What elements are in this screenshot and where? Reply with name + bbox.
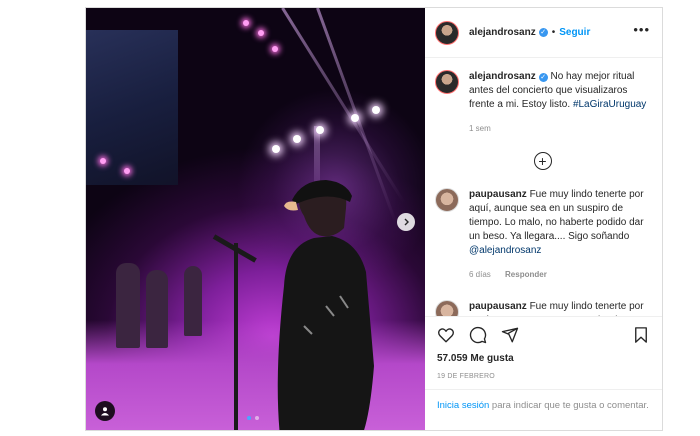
more-options-icon[interactable]: ••• <box>633 23 650 36</box>
stage-light <box>372 106 380 114</box>
post-sidebar: alejandrosanz ✓ • Seguir ••• alejandrosa… <box>425 8 662 430</box>
heart-icon[interactable] <box>437 326 455 344</box>
post-photo[interactable] <box>86 8 425 430</box>
reply-button[interactable]: Responder <box>505 270 547 279</box>
instagram-post: alejandrosanz ✓ • Seguir ••• alejandrosa… <box>85 7 663 431</box>
tagged-users-button[interactable] <box>95 401 115 421</box>
comment-item: paupausanz Fue muy lindo tenerte por aqu… <box>435 300 650 316</box>
stage-light <box>272 46 278 52</box>
avatar[interactable] <box>435 300 459 316</box>
login-prompt: Inicia sesión para indicar que te gusta … <box>425 389 662 421</box>
carousel-indicator <box>247 416 259 420</box>
stage-light <box>124 168 130 174</box>
share-icon[interactable] <box>501 326 519 344</box>
separator: • <box>551 27 556 38</box>
post-date[interactable]: 19 DE FEBRERO <box>437 373 650 380</box>
caption-username[interactable]: alejandrosanz <box>469 71 536 82</box>
follow-button[interactable]: Seguir <box>559 27 590 38</box>
verified-badge-icon: ✓ <box>538 73 548 82</box>
bookmark-icon[interactable] <box>632 326 650 344</box>
stage-light <box>272 145 280 153</box>
comment-username[interactable]: paupausanz <box>469 189 527 200</box>
musician-silhouette <box>146 270 168 348</box>
plus-icon: + <box>538 153 547 169</box>
comment-icon[interactable] <box>469 326 487 344</box>
load-more-comments-button[interactable]: + <box>533 152 552 170</box>
comment-username[interactable]: paupausanz <box>469 301 527 312</box>
tag-user-icon <box>101 407 109 416</box>
musician-silhouette <box>184 266 202 336</box>
caption-hashtag[interactable]: #LaGiraUruguay <box>573 99 646 110</box>
singer-silhouette <box>277 180 374 430</box>
next-photo-button[interactable] <box>397 213 415 231</box>
chevron-right-icon <box>404 218 409 226</box>
comment-time[interactable]: 6 días <box>469 270 491 279</box>
stage-light <box>316 126 324 134</box>
login-prompt-text: para indicar que te gusta o comentar. <box>491 400 649 411</box>
comment-mention[interactable]: @alejandrosanz <box>469 245 541 256</box>
login-link[interactable]: Inicia sesión <box>437 400 489 411</box>
stage-light <box>243 20 249 26</box>
mic-stand <box>234 243 238 430</box>
likes-count[interactable]: 57.059 Me gusta <box>437 353 650 364</box>
caption-time[interactable]: 1 sem <box>469 124 491 133</box>
post-actions: 57.059 Me gusta 19 DE FEBRERO <box>425 316 662 380</box>
author-username[interactable]: alejandrosanz <box>469 27 536 38</box>
stage-light <box>293 135 301 143</box>
caption: alejandrosanz ✓ No hay mejor ritual antes… <box>435 70 650 136</box>
musician-silhouette <box>116 263 140 348</box>
verified-badge-icon: ✓ <box>538 28 548 37</box>
avatar[interactable] <box>435 188 459 212</box>
avatar[interactable] <box>435 70 459 94</box>
post-header: alejandrosanz ✓ • Seguir ••• <box>425 8 662 58</box>
stage-light <box>351 114 359 122</box>
comment-item: paupausanz Fue muy lindo tenerte por aqu… <box>435 188 650 282</box>
stage-light <box>258 30 264 36</box>
comments-section: alejandrosanz ✓ No hay mejor ritual antes… <box>425 58 662 316</box>
avatar[interactable] <box>435 20 459 45</box>
carousel-dot <box>255 416 259 420</box>
stage-light <box>100 158 106 164</box>
carousel-dot-active <box>247 416 251 420</box>
